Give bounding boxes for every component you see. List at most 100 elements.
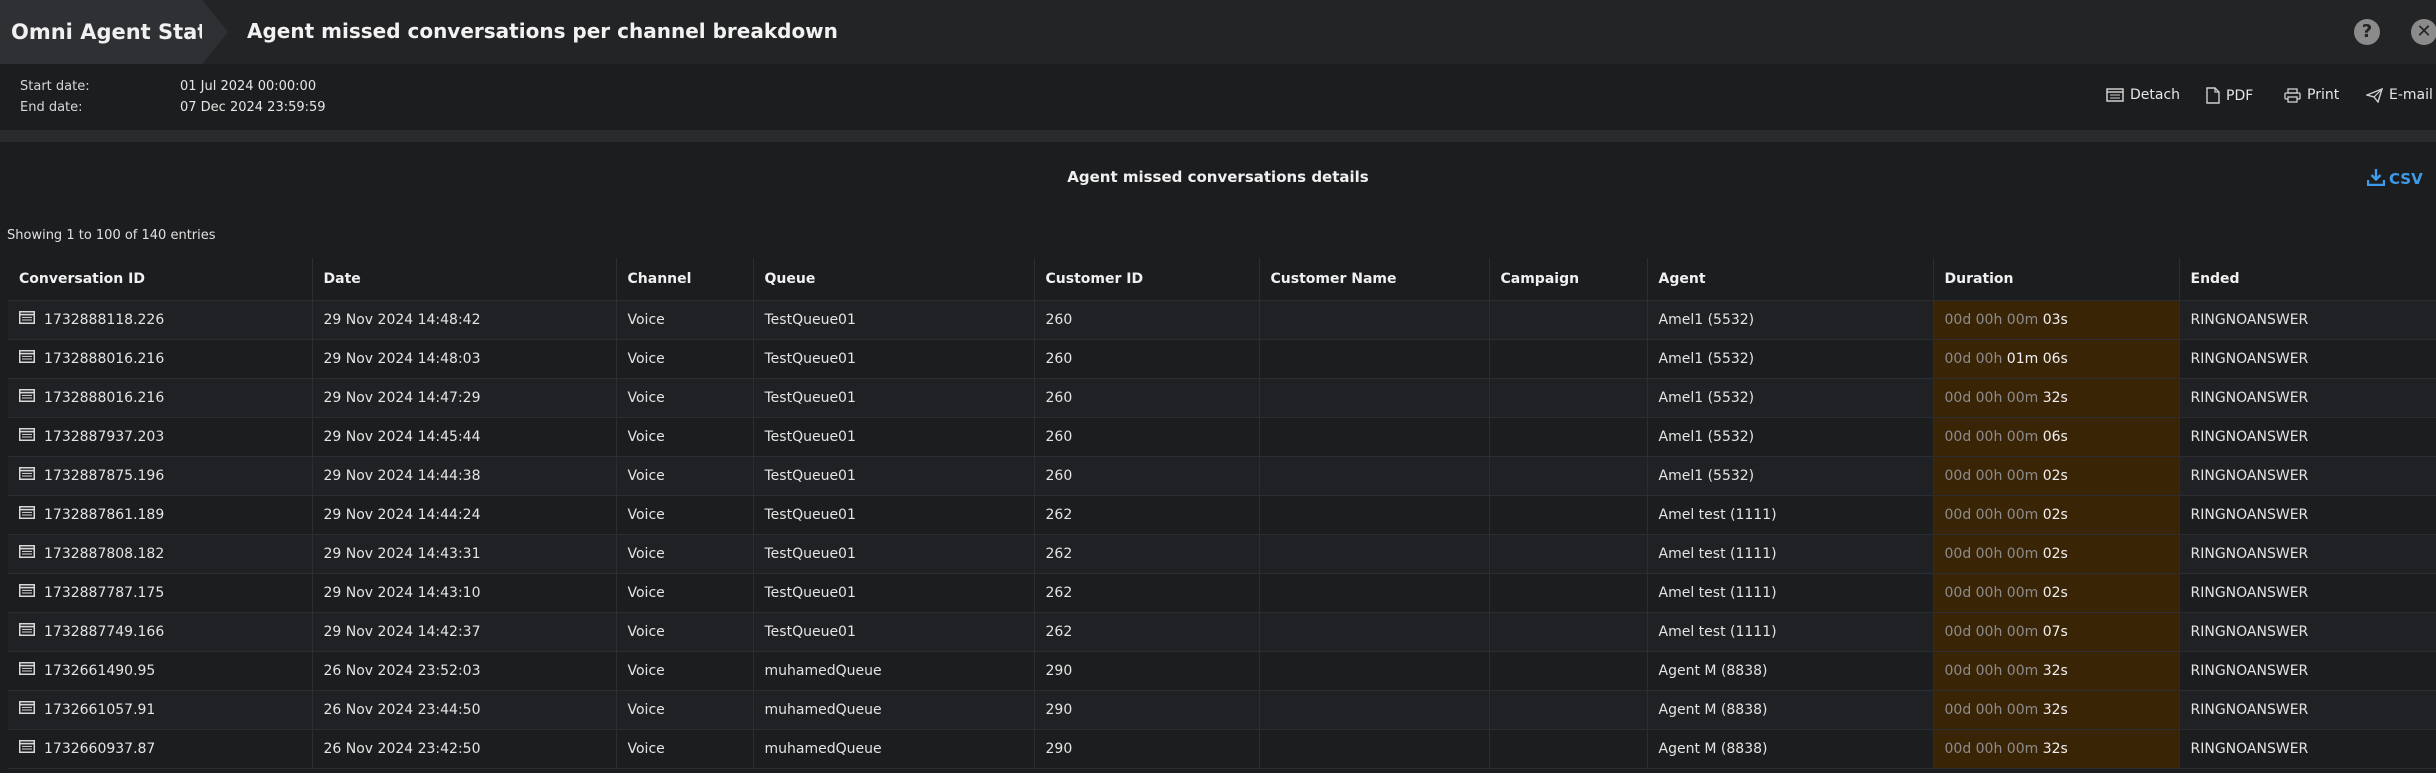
csv-button[interactable]: CSV [2366, 168, 2423, 190]
duration-cell: 00d 00h 00m 03s [1933, 300, 2180, 340]
conversation-id: 1732661057.91 [44, 701, 156, 718]
start-date-value: 01 Jul 2024 00:00:00 [180, 79, 317, 94]
channel-cell: Voice [616, 729, 754, 769]
details-icon[interactable] [19, 389, 35, 406]
column-header[interactable]: Agent [1647, 258, 1934, 301]
duration-cell: 00d 00h 00m 32s [1933, 690, 2180, 730]
duration-prefix: 00d 00h 00m [1944, 584, 2043, 601]
customer-id-cell: 262 [1034, 573, 1260, 613]
ended-cell: RINGNOANSWER [2179, 690, 2436, 730]
detach-label: Detach [2130, 87, 2181, 103]
table-row[interactable]: 1732887937.203 29 Nov 2024 14:45:44 Voice T… [8, 417, 2436, 457]
help-icon[interactable]: ? [2354, 19, 2380, 45]
close-icon[interactable]: ✕ [2411, 19, 2436, 45]
table-row[interactable]: 1732887749.166 29 Nov 2024 14:42:37 Voice T… [8, 612, 2436, 652]
email-button[interactable]: E-mail [2366, 87, 2433, 103]
details-icon[interactable] [19, 506, 35, 523]
conversation-id-cell: 1732661057.91 [8, 690, 313, 730]
campaign-cell [1489, 300, 1648, 340]
duration-cell: 00d 00h 00m 06s [1933, 417, 2180, 457]
channel-cell: Voice [616, 456, 754, 496]
detach-button[interactable]: Detach [2106, 87, 2180, 103]
table-row[interactable]: 1732887787.175 29 Nov 2024 14:43:10 Voice T… [8, 573, 2436, 613]
customer-id-cell: 260 [1034, 456, 1260, 496]
customer-name-cell [1259, 456, 1490, 496]
details-icon[interactable] [19, 545, 35, 562]
queue-cell: muhamedQueue [753, 690, 1035, 730]
conversation-id: 1732887749.166 [44, 623, 165, 640]
column-header[interactable]: Ended [2179, 258, 2436, 301]
agent-cell: Agent M (8838) [1647, 651, 1934, 691]
details-icon[interactable] [19, 623, 35, 640]
conversation-id: 1732887808.182 [44, 545, 165, 562]
column-header[interactable]: Duration [1933, 258, 2180, 301]
duration-value: 01m 06s [2006, 350, 2068, 367]
channel-cell: Voice [616, 378, 754, 418]
duration-prefix: 00d 00h 00m [1944, 506, 2043, 523]
table-row[interactable]: 1732887808.182 29 Nov 2024 14:43:31 Voice T… [8, 534, 2436, 574]
customer-id-cell: 290 [1034, 690, 1260, 730]
campaign-cell [1489, 456, 1648, 496]
column-header[interactable]: Channel [616, 258, 754, 301]
details-icon[interactable] [19, 467, 35, 484]
campaign-cell [1489, 729, 1648, 769]
conversation-id: 1732887875.196 [44, 467, 165, 484]
table-row[interactable]: 1732660937.87 26 Nov 2024 23:42:50 Voice mu… [8, 729, 2436, 769]
duration-cell: 00d 00h 00m 32s [1933, 378, 2180, 418]
column-header[interactable]: Conversation ID [8, 258, 313, 301]
duration-prefix: 00d 00h [1944, 350, 2007, 367]
conversation-id: 1732888118.226 [44, 311, 165, 328]
column-header[interactable]: Queue [753, 258, 1035, 301]
pdf-button[interactable]: PDF [2206, 87, 2253, 104]
column-header[interactable]: Date [312, 258, 617, 301]
conversation-id-cell: 1732660937.87 [8, 729, 313, 769]
details-icon[interactable] [19, 740, 35, 757]
date-cell: 29 Nov 2024 14:43:31 [312, 534, 617, 574]
campaign-cell [1489, 495, 1648, 535]
table-row[interactable]: 1732661057.91 26 Nov 2024 23:44:50 Voice mu… [8, 690, 2436, 730]
table-row[interactable]: 1732661490.95 26 Nov 2024 23:52:03 Voice mu… [8, 651, 2436, 691]
details-icon[interactable] [19, 311, 35, 328]
duration-cell: 00d 00h 00m 32s [1933, 729, 2180, 769]
details-icon[interactable] [19, 662, 35, 679]
email-label: E-mail [2389, 87, 2433, 103]
ended-cell: RINGNOANSWER [2179, 534, 2436, 574]
duration-prefix: 00d 00h 00m [1944, 545, 2043, 562]
table-row[interactable]: 1732887861.189 29 Nov 2024 14:44:24 Voice T… [8, 495, 2436, 535]
column-header[interactable]: Campaign [1489, 258, 1648, 301]
duration-value: 32s [2042, 740, 2068, 757]
column-header[interactable]: Customer ID [1034, 258, 1260, 301]
details-icon[interactable] [19, 701, 35, 718]
customer-id-cell: 262 [1034, 534, 1260, 574]
print-button[interactable]: Print [2284, 87, 2339, 103]
start-date-label: Start date: [20, 79, 90, 94]
breadcrumb-root[interactable]: Omni Agent Stati... [0, 0, 202, 64]
date-cell: 29 Nov 2024 14:42:37 [312, 612, 617, 652]
table-row[interactable]: 1732887875.196 29 Nov 2024 14:44:38 Voice T… [8, 456, 2436, 496]
duration-value: 32s [2042, 389, 2068, 406]
channel-cell: Voice [616, 339, 754, 379]
table-row[interactable]: 1732888016.216 29 Nov 2024 14:47:29 Voice T… [8, 378, 2436, 418]
agent-cell: Amel test (1111) [1647, 612, 1934, 652]
details-icon[interactable] [19, 350, 35, 367]
conversation-id-cell: 1732888016.216 [8, 378, 313, 418]
date-cell: 29 Nov 2024 14:44:24 [312, 495, 617, 535]
campaign-cell [1489, 417, 1648, 457]
customer-name-cell [1259, 339, 1490, 379]
duration-cell: 00d 00h 00m 02s [1933, 456, 2180, 496]
campaign-cell [1489, 651, 1648, 691]
date-cell: 26 Nov 2024 23:52:03 [312, 651, 617, 691]
column-header[interactable]: Customer Name [1259, 258, 1490, 301]
table-row[interactable]: 1732888118.226 29 Nov 2024 14:48:42 Voice T… [8, 300, 2436, 340]
customer-name-cell [1259, 729, 1490, 769]
campaign-cell [1489, 690, 1648, 730]
customer-name-cell [1259, 495, 1490, 535]
customer-name-cell [1259, 651, 1490, 691]
details-icon[interactable] [19, 428, 35, 445]
table-row[interactable]: 1732888016.216 29 Nov 2024 14:48:03 Voice T… [8, 339, 2436, 379]
customer-id-cell: 262 [1034, 612, 1260, 652]
section-title: Agent missed conversations details [1067, 168, 1369, 186]
ended-cell: RINGNOANSWER [2179, 456, 2436, 496]
details-icon[interactable] [19, 584, 35, 601]
duration-prefix: 00d 00h 00m [1944, 428, 2043, 445]
